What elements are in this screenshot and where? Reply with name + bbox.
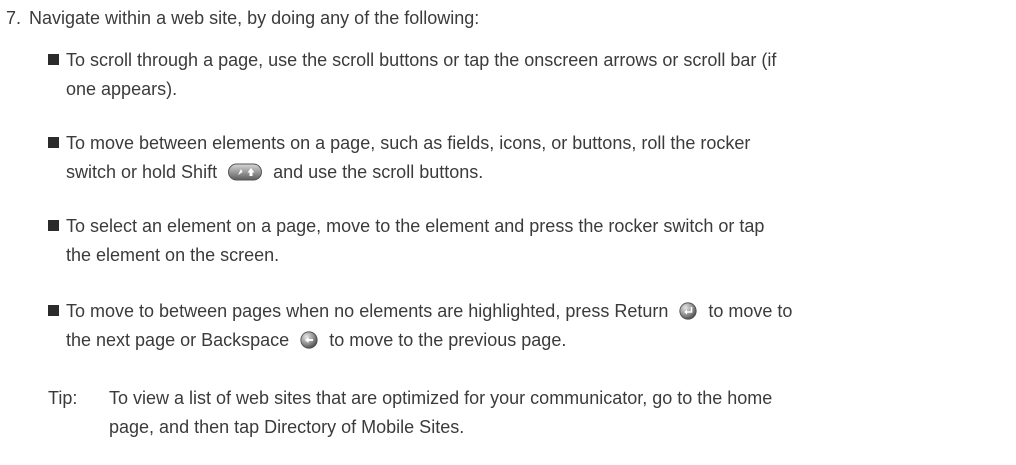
bullet-square-icon xyxy=(48,220,59,231)
tip-label: Tip: xyxy=(48,388,78,408)
bullet-text-line2: one appears). xyxy=(66,79,178,99)
bullet-text-line1: To scroll through a page, use the scroll… xyxy=(66,50,777,70)
bullet-text-line2-after: to move to the previous page. xyxy=(329,330,567,350)
bullet-text-line1: To select an element on a page, move to … xyxy=(66,216,765,236)
backspace-key-icon xyxy=(300,329,318,358)
bullet-text-line2-after: and use the scroll buttons. xyxy=(273,162,484,182)
bullet-text-line2-before: the next page or Backspace xyxy=(66,330,290,350)
bullet-text-line1-before: To move to between pages when no element… xyxy=(66,301,669,321)
bullet-select-element: To select an element on a page, move to … xyxy=(48,212,998,270)
bullet-text-line1-after: to move to xyxy=(708,301,793,321)
bullet-move-between-pages: To move to between pages when no element… xyxy=(48,297,998,355)
step-text: Navigate within a web site, by doing any… xyxy=(29,8,480,28)
bullet-text-line2: the element on the screen. xyxy=(66,245,280,265)
bullet-scroll-page: To scroll through a page, use the scroll… xyxy=(48,46,998,104)
step-7: 7. Navigate within a web site, by doing a… xyxy=(6,4,996,33)
bullet-square-icon xyxy=(48,54,59,65)
return-key-icon xyxy=(679,300,697,329)
bullet-square-icon xyxy=(48,305,59,316)
bullet-text-line2-before: switch or hold Shift xyxy=(66,162,218,182)
bullet-square-icon xyxy=(48,137,59,148)
step-number: 7. xyxy=(6,8,22,28)
bullet-move-between-elements: To move between elements on a page, such… xyxy=(48,129,998,187)
tip-text-line1: To view a list of web sites that are opt… xyxy=(109,388,773,408)
shift-key-icon xyxy=(228,161,263,190)
manual-page: 7. Navigate within a web site, by doing a… xyxy=(0,0,1016,465)
bullet-text-line1: To move between elements on a page, such… xyxy=(66,133,751,153)
tip-body: To view a list of web sites that are opt… xyxy=(109,384,772,442)
tip-text-line2: page, and then tap Directory of Mobile S… xyxy=(109,417,465,437)
